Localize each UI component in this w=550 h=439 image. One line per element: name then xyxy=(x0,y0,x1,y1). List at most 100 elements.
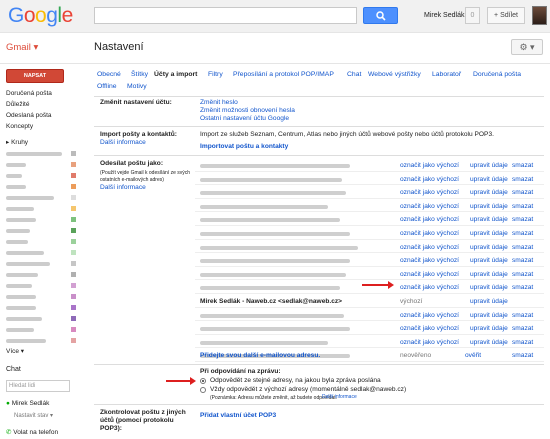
sidebar-label-blurred[interactable] xyxy=(0,269,82,280)
delete-link[interactable]: smazat xyxy=(512,271,533,278)
sidebar-label-blurred[interactable] xyxy=(0,170,82,181)
sidebar-label-blurred[interactable] xyxy=(0,258,82,269)
sidebar-label-blurred[interactable] xyxy=(0,225,82,236)
edit-info-link[interactable]: upravit údaje xyxy=(470,271,508,278)
avatar[interactable] xyxy=(532,6,547,25)
delete-link[interactable]: smazat xyxy=(512,162,533,169)
edit-info-link[interactable]: upravit údaje xyxy=(470,257,508,264)
edit-info-link[interactable]: upravit údaje xyxy=(470,216,508,223)
sidebar-item-circles[interactable]: ▸ Kruhy xyxy=(0,137,82,148)
make-default-link[interactable]: označit jako výchozí xyxy=(400,271,459,278)
delete-link[interactable]: smazat xyxy=(512,339,533,346)
sidebar-label-blurred[interactable] xyxy=(0,159,82,170)
edit-info-link[interactable]: upravit údaje xyxy=(470,312,508,319)
edit-info-link[interactable]: upravit údaje xyxy=(470,176,508,183)
sidebar-label-blurred[interactable] xyxy=(0,302,82,313)
chat-user[interactable]: ● Mirek Sedlák xyxy=(6,400,49,407)
edit-info-link[interactable]: upravit údaje xyxy=(470,230,508,237)
sidebar-label-blurred[interactable] xyxy=(0,291,82,302)
delete-link[interactable]: smazat xyxy=(512,325,533,332)
search-button[interactable] xyxy=(363,7,398,24)
sidebar-label-blurred[interactable] xyxy=(0,236,82,247)
sidebar-label-blurred[interactable] xyxy=(0,203,82,214)
import-more-info-link[interactable]: Další informace xyxy=(100,139,146,146)
make-default-link[interactable]: označit jako výchozí xyxy=(400,325,459,332)
sidebar-item-drafts[interactable]: Koncepty xyxy=(0,121,82,132)
delete-link[interactable]: smazat xyxy=(512,203,533,210)
tab-labs[interactable]: Laboratoř xyxy=(432,71,461,78)
compose-button[interactable]: NAPSAT xyxy=(6,69,64,83)
make-default-link[interactable]: označit jako výchozí xyxy=(400,216,459,223)
reply-default-address-radio[interactable] xyxy=(200,387,206,393)
reply-same-address-radio[interactable] xyxy=(200,378,206,384)
tab-filters[interactable]: Filtry xyxy=(208,71,223,78)
share-button[interactable]: + Sdílet xyxy=(487,7,525,24)
edit-info-link[interactable]: upravit údaje xyxy=(470,203,508,210)
delete-link[interactable]: smazat xyxy=(512,312,533,319)
user-name[interactable]: Mirek Sedlák xyxy=(424,12,464,19)
tab-labels[interactable]: Štítky xyxy=(131,71,148,78)
sidebar-label-blurred[interactable] xyxy=(0,214,82,225)
send-as-more-info-link[interactable]: Další informace xyxy=(100,184,146,191)
delete-link[interactable]: smazat xyxy=(512,230,533,237)
add-address-link[interactable]: Přidejte svou další e-mailovou adresu. xyxy=(200,352,320,359)
sidebar-more[interactable]: Více ▾ xyxy=(0,346,82,357)
google-logo[interactable]: Google xyxy=(8,4,73,28)
tab-general[interactable]: Obecné xyxy=(97,71,121,78)
delete-link[interactable]: smazat xyxy=(512,284,533,291)
reply-note-link[interactable]: Další informace xyxy=(322,394,357,400)
call-phone-link[interactable]: ✆ Volat na telefon xyxy=(6,428,58,436)
add-pop3-link[interactable]: Přidat vlastní účet POP3 xyxy=(200,412,276,419)
edit-info-link[interactable]: upravit údaje xyxy=(470,189,508,196)
sidebar-label-blurred[interactable] xyxy=(0,335,82,346)
make-default-link[interactable]: označit jako výchozí xyxy=(400,244,459,251)
delete-link[interactable]: smazat xyxy=(512,352,533,359)
make-default-link[interactable]: označit jako výchozí xyxy=(400,339,459,346)
make-default-link[interactable]: označit jako výchozí xyxy=(400,257,459,264)
delete-link[interactable]: smazat xyxy=(512,216,533,223)
sidebar-label-blurred[interactable] xyxy=(0,280,82,291)
sidebar-item-important[interactable]: Důležité xyxy=(0,99,82,110)
make-default-link[interactable]: označit jako výchozí xyxy=(400,312,459,319)
delete-link[interactable]: smazat xyxy=(512,244,533,251)
gmail-menu[interactable]: Gmail ▾ xyxy=(6,42,38,53)
tab-themes[interactable]: Motivy xyxy=(127,83,147,90)
sidebar-item-inbox[interactable]: Doručená pošta xyxy=(0,88,82,99)
sidebar-label-blurred[interactable] xyxy=(0,247,82,258)
make-default-link[interactable]: označit jako výchozí xyxy=(400,203,459,210)
tab-forwarding[interactable]: Přeposílání a protokol POP/IMAP xyxy=(233,71,334,78)
change-password-link[interactable]: Změnit heslo xyxy=(200,99,238,106)
sidebar-label-blurred[interactable] xyxy=(0,181,82,192)
sidebar-label-blurred[interactable] xyxy=(0,148,82,159)
delete-link[interactable]: smazat xyxy=(512,176,533,183)
make-default-link[interactable]: označit jako výchozí xyxy=(400,284,459,291)
edit-info-link[interactable]: upravit údaje xyxy=(470,325,508,332)
search-input[interactable] xyxy=(94,7,357,24)
chat-status-select[interactable]: Nastavit stav ▾ xyxy=(14,412,53,419)
edit-info-link[interactable]: upravit údaje xyxy=(470,244,508,251)
settings-gear-button[interactable]: ⚙ ▾ xyxy=(511,39,543,55)
edit-info-link[interactable]: upravit údaje xyxy=(470,162,508,169)
change-recovery-link[interactable]: Změnit možnosti obnovení hesla xyxy=(200,107,295,114)
delete-link[interactable]: smazat xyxy=(512,257,533,264)
sidebar-item-sent[interactable]: Odeslaná pošta xyxy=(0,110,82,121)
make-default-link[interactable]: označit jako výchozí xyxy=(400,176,459,183)
sidebar-label-blurred[interactable] xyxy=(0,324,82,335)
sidebar-label-blurred[interactable] xyxy=(0,192,82,203)
edit-info-link[interactable]: upravit údaje xyxy=(470,339,508,346)
make-default-link[interactable]: označit jako výchozí xyxy=(400,189,459,196)
tab-chat[interactable]: Chat xyxy=(347,71,361,78)
tab-accounts[interactable]: Účty a import xyxy=(154,71,197,78)
make-default-link[interactable]: označit jako výchozí xyxy=(400,230,459,237)
sidebar-label-blurred[interactable] xyxy=(0,313,82,324)
other-google-settings-link[interactable]: Ostatní nastavení účtu Google xyxy=(200,115,289,122)
import-mail-contacts-link[interactable]: Importovat poštu a kontakty xyxy=(200,143,288,150)
make-default-link[interactable]: označit jako výchozí xyxy=(400,162,459,169)
chat-search-input[interactable]: Hledat lidi xyxy=(6,380,70,392)
edit-info-link[interactable]: upravit údaje xyxy=(470,298,508,305)
delete-link[interactable]: smazat xyxy=(512,189,533,196)
verify-link[interactable]: ověřit xyxy=(465,352,481,359)
tab-inbox[interactable]: Doručená pošta xyxy=(473,71,521,78)
edit-info-link[interactable]: upravit údaje xyxy=(470,284,508,291)
tab-web-clips[interactable]: Webové výstřižky xyxy=(368,71,421,78)
